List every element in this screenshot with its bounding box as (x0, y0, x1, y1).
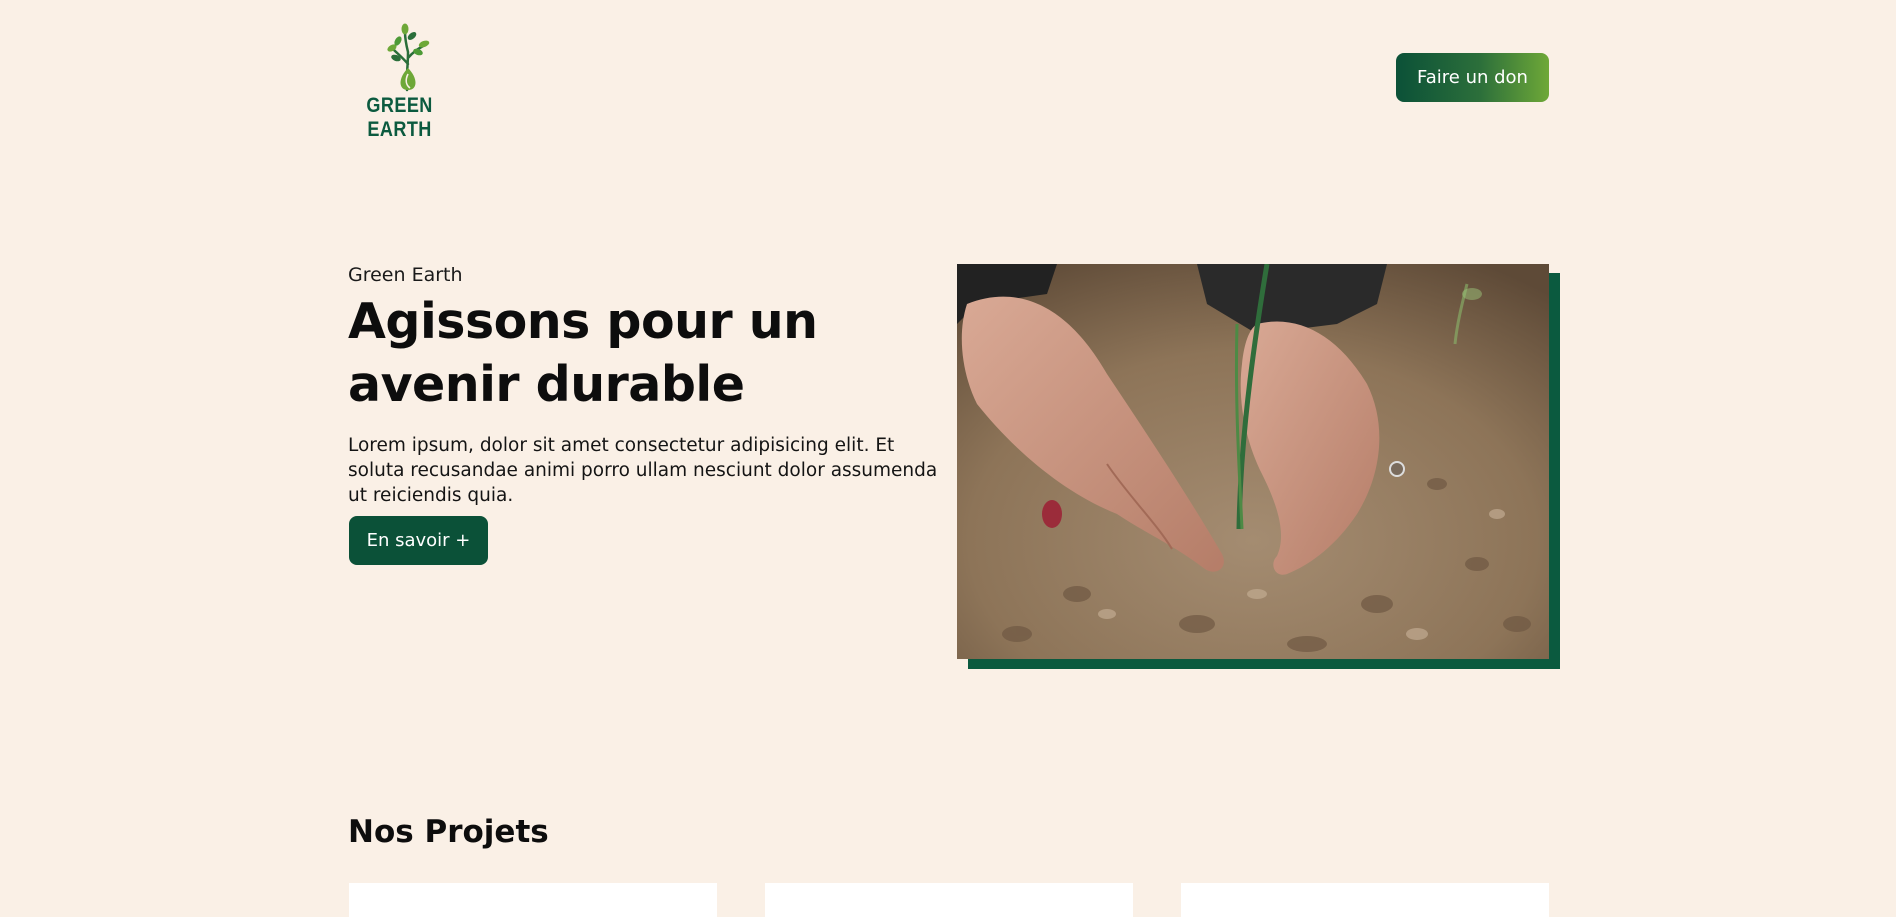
project-card[interactable] (349, 883, 717, 917)
page: GREEN EARTH Faire un don Green Earth Agi… (0, 0, 1896, 917)
hero-description: Lorem ipsum, dolor sit amet consectetur … (348, 435, 938, 506)
hero-image-planting (957, 264, 1549, 659)
hero-title: Agissons pour un avenir durable (348, 293, 818, 413)
logo-text: GREEN EARTH (366, 94, 433, 141)
hero-eyebrow: Green Earth (348, 264, 463, 286)
brand-logo[interactable]: GREEN EARTH (348, 22, 468, 141)
project-card[interactable] (765, 883, 1133, 917)
project-card[interactable] (1181, 883, 1549, 917)
donate-button[interactable]: Faire un don (1396, 53, 1549, 102)
sprout-tree-icon (387, 23, 430, 92)
learn-more-button[interactable]: En savoir + (349, 516, 488, 565)
projects-section-title: Nos Projets (348, 814, 549, 850)
hero-image-container (957, 264, 1560, 669)
